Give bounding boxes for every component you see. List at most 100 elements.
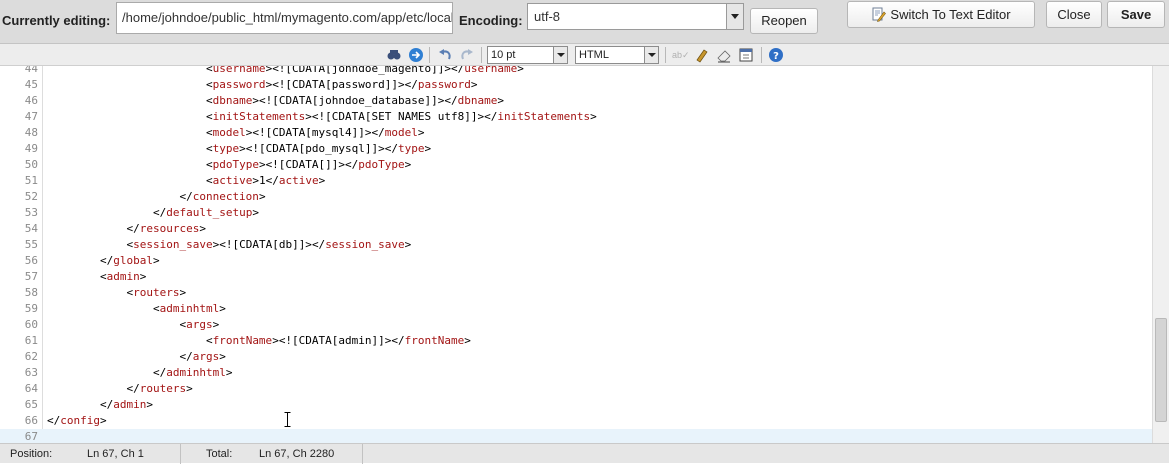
line-number: 59 [24, 302, 38, 315]
code-token: </ [152, 366, 167, 379]
switch-to-text-editor-button[interactable]: Switch To Text Editor [847, 1, 1035, 28]
file-path-field[interactable]: /home/johndoe/public_html/mymagento.com/… [116, 2, 453, 34]
chevron-down-icon[interactable] [644, 47, 658, 63]
xml-tag-name: routers [133, 286, 180, 299]
xml-tag-name: args [186, 318, 213, 331]
editor-scrollbar[interactable] [1152, 66, 1169, 443]
close-label: Close [1057, 7, 1091, 22]
redo-icon[interactable] [459, 47, 475, 63]
code-line[interactable]: 63 </adminhtml> [0, 365, 1152, 381]
code-token: </ [179, 350, 193, 363]
xml-tag-name: adminhtml [166, 366, 226, 379]
code-token: </ [451, 66, 465, 75]
code-text: <admin> [47, 269, 146, 285]
code-line[interactable]: 59 <adminhtml> [0, 301, 1152, 317]
chevron-down-icon[interactable] [726, 4, 743, 29]
help-icon[interactable]: ? [768, 47, 784, 63]
undo-icon[interactable] [437, 47, 453, 63]
code-text: <username><![CDATA[johndoe_magento]]></u… [47, 66, 524, 77]
code-line[interactable]: 62 </args> [0, 349, 1152, 365]
code-token: </ [99, 398, 114, 411]
reopen-button[interactable]: Reopen [750, 8, 818, 34]
close-button[interactable]: Close [1046, 1, 1102, 28]
code-token: </ [265, 174, 279, 187]
line-number: 64 [24, 382, 38, 395]
code-token: > [186, 382, 193, 395]
save-button[interactable]: Save [1107, 1, 1165, 28]
code-line[interactable]: 57 <admin> [0, 269, 1152, 285]
code-editor[interactable]: 44 <username><![CDATA[johndoe_magento]]>… [0, 66, 1152, 443]
code-line[interactable]: 45 <password><![CDATA[password]]></passw… [0, 77, 1152, 93]
code-token: </ [126, 382, 140, 395]
code-token: <![CDATA[pdo_mysql]]> [245, 142, 385, 155]
font-size-value: 10 pt [491, 49, 516, 61]
code-text: <password><![CDATA[password]]></password… [47, 77, 478, 93]
line-number: 47 [24, 110, 38, 123]
code-line[interactable]: 47 <initStatements><![CDATA[SET NAMES ut… [0, 109, 1152, 125]
code-line[interactable]: 64 </routers> [0, 381, 1152, 397]
chevron-down-icon[interactable] [553, 47, 567, 63]
save-label: Save [1120, 7, 1152, 22]
code-token: > [424, 142, 432, 155]
xml-tag-name: type [398, 142, 425, 155]
code-token: < [205, 142, 213, 155]
code-token: </ [311, 238, 326, 251]
line-number: 48 [24, 126, 38, 139]
xml-tag-name: admin [113, 398, 147, 411]
xml-tag-name: initStatements [212, 110, 306, 123]
code-line[interactable]: 49 <type><![CDATA[pdo_mysql]]></type> [0, 141, 1152, 157]
code-token: > [219, 302, 226, 315]
code-line[interactable]: 46 <dbname><![CDATA[johndoe_database]]><… [0, 93, 1152, 109]
code-text: <adminhtml> [47, 301, 226, 317]
code-token: <![CDATA[admin]]> [278, 334, 392, 347]
code-line[interactable]: 61 <frontName><![CDATA[admin]]></frontNa… [0, 333, 1152, 349]
code-token: </ [99, 254, 114, 267]
code-line[interactable]: 50 <pdoType><![CDATA[]]></pdoType> [0, 157, 1152, 173]
line-number: 62 [24, 350, 38, 363]
xml-tag-name: username [212, 66, 266, 75]
code-line[interactable]: 60 <args> [0, 317, 1152, 333]
xml-tag-name: frontName [404, 334, 465, 347]
xml-tag-name: dbname [457, 94, 498, 107]
position-value: Ln 67, Ch 1 [87, 448, 144, 460]
code-line[interactable]: 48 <model><![CDATA[mysql4]]></model> [0, 125, 1152, 141]
goto-icon[interactable] [408, 47, 424, 63]
code-line[interactable]: 51 <active>1</active> [0, 173, 1152, 189]
code-token: <![CDATA[johndoe_database]]> [258, 94, 445, 107]
code-token: > [239, 142, 246, 155]
code-line[interactable]: 58 <routers> [0, 285, 1152, 301]
code-token: > [139, 270, 147, 283]
code-text: </connection> [47, 189, 265, 205]
xml-tag-name: initStatements [497, 110, 591, 123]
code-token: <![CDATA[db]]> [219, 238, 312, 251]
code-token: > [305, 110, 312, 123]
encoding-select[interactable]: utf-8 [527, 3, 744, 30]
xml-tag-name: model [212, 126, 246, 139]
position-label: Position: [10, 448, 53, 460]
code-line[interactable]: 66 </config> [0, 413, 1152, 429]
xml-tag-name: password [212, 78, 266, 91]
code-line[interactable]: 54 </resources> [0, 221, 1152, 237]
eraser-icon[interactable] [716, 47, 732, 63]
code-text: <frontName><![CDATA[admin]]></frontName> [47, 333, 471, 349]
code-line[interactable]: 65 </admin> [0, 397, 1152, 413]
code-line[interactable]: 55 <session_save><![CDATA[db]]></session… [0, 237, 1152, 253]
highlight-icon[interactable] [694, 47, 710, 63]
syntax-select[interactable]: HTML [575, 46, 659, 64]
scrollbar-thumb[interactable] [1155, 318, 1167, 422]
code-line[interactable]: 52 </connection> [0, 189, 1152, 205]
line-number: 45 [24, 78, 38, 91]
spellcheck-icon[interactable]: ab✓ [672, 47, 690, 63]
code-line[interactable]: 53 </default_setup> [0, 205, 1152, 221]
font-size-select[interactable]: 10 pt [487, 46, 568, 64]
code-line[interactable]: 67 [0, 429, 1152, 443]
line-number: 60 [24, 318, 38, 331]
code-line[interactable]: 56 </global> [0, 253, 1152, 269]
xml-tag-name: adminhtml [159, 302, 220, 315]
code-token: </ [404, 78, 418, 91]
code-line[interactable]: 44 <username><![CDATA[johndoe_magento]]>… [0, 66, 1152, 77]
toolbar-divider [761, 47, 762, 63]
find-replace-icon[interactable] [386, 47, 402, 63]
fullscreen-icon[interactable] [738, 47, 754, 63]
status-divider [180, 444, 181, 464]
